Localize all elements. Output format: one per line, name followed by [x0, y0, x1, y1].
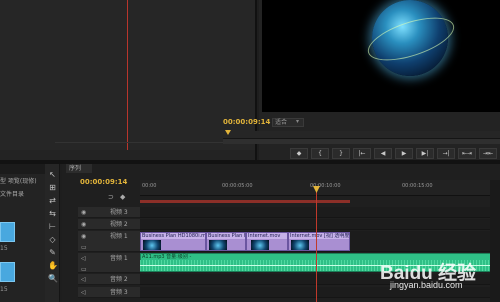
eye-icon[interactable]: ◉ ▭ — [81, 231, 89, 253]
timeline-scrollbar[interactable] — [490, 180, 500, 302]
audio-clip-label: A11.mp3 音量:级别 - — [142, 254, 192, 260]
media-item-number: 15 — [0, 286, 8, 293]
ripple-edit-tool-icon[interactable]: ⇄ — [48, 196, 57, 205]
project-tab-bar[interactable] — [0, 164, 45, 174]
add-marker-button[interactable]: ◆ — [290, 148, 308, 159]
track-select-tool-icon[interactable]: ⊞ — [48, 183, 57, 192]
speaker-icon[interactable]: ◁ ▭ — [81, 253, 89, 275]
track-lane-video-3[interactable] — [140, 207, 500, 218]
track-lane-video-2[interactable] — [140, 219, 500, 230]
selection-tool-icon[interactable]: ↖ — [48, 170, 57, 179]
step-forward-button[interactable]: ▶| — [416, 148, 434, 159]
clip-label: Business Plan HD — [207, 233, 245, 239]
project-folder-path[interactable]: 文件目录 — [0, 189, 45, 198]
marker-icon[interactable]: ◆ — [120, 193, 128, 201]
source-playhead-line[interactable] — [127, 0, 128, 150]
go-to-out-button[interactable]: →| — [437, 148, 455, 159]
program-scrub-bar[interactable] — [223, 139, 500, 144]
mark-in-button[interactable]: { — [311, 148, 329, 159]
clip-label: Business Plan HD1080i.mov [视] — [141, 233, 206, 239]
video-clip[interactable]: Internet.mov [视] 透明度: — [288, 232, 350, 251]
clip-thumbnail — [209, 240, 227, 250]
video-clip[interactable]: Business Plan HD — [206, 232, 246, 251]
play-button[interactable]: ▶ — [395, 148, 413, 159]
clip-thumbnail — [291, 240, 309, 250]
watermark-url: jingyan.baidu.com — [390, 280, 463, 290]
program-monitor-viewer[interactable] — [262, 0, 500, 112]
extract-button[interactable]: ⇥⇤ — [479, 148, 497, 159]
video-clip[interactable]: Business Plan HD1080i.mov [视] — [140, 232, 206, 251]
transport-controls: ◆ { } |← ◀ ▶ ▶| →| ⇤⇥ ⇥⇤ — [290, 148, 497, 159]
step-back-button[interactable]: ◀ — [374, 148, 392, 159]
ruler-tick-label: 00:00:15:00 — [402, 183, 433, 189]
razor-tool-icon[interactable]: ⊢ — [48, 222, 57, 231]
project-view-options[interactable]: 型 项覧(现修) — [0, 176, 45, 185]
clip-label: Internet.mov — [247, 233, 287, 239]
snap-icon[interactable]: ⊃ — [108, 193, 116, 201]
lift-button[interactable]: ⇤⇥ — [458, 148, 476, 159]
timeline-timecode[interactable]: 00:00:09:14 — [80, 178, 127, 186]
media-thumbnail[interactable] — [0, 222, 15, 242]
chevron-down-icon[interactable]: ▾ — [296, 118, 299, 125]
mark-out-button[interactable]: } — [332, 148, 350, 159]
video-clip[interactable]: Internet.mov — [246, 232, 288, 251]
slip-tool-icon[interactable]: ◇ — [48, 235, 57, 244]
program-time-ruler[interactable] — [223, 131, 500, 139]
rolling-edit-tool-icon[interactable]: ⇆ — [48, 209, 57, 218]
ruler-tick-label: 00:00:05:00 — [222, 183, 253, 189]
media-thumbnail[interactable] — [0, 262, 15, 282]
work-area-bar[interactable] — [140, 200, 350, 203]
clip-thumbnail — [143, 240, 161, 250]
clip-label: Internet.mov [视] 透明度: — [289, 233, 350, 239]
program-timecode[interactable]: 00:00:09:14 — [223, 118, 270, 126]
go-to-in-button[interactable]: |← — [353, 148, 371, 159]
hand-tool-icon[interactable]: ✋ — [48, 261, 58, 270]
pen-tool-icon[interactable]: ✎ — [48, 248, 57, 257]
tab-sequence[interactable]: 序列 — [66, 164, 92, 173]
ruler-tick-label: 00:00 — [142, 183, 157, 189]
clip-thumbnail — [251, 240, 269, 250]
zoom-tool-icon[interactable]: 🔍 — [48, 274, 58, 283]
speaker-icon[interactable]: ◁ ▭ — [81, 287, 89, 302]
timeline-playhead-line[interactable] — [316, 186, 317, 302]
zoom-fit-select[interactable]: 适合 — [272, 118, 304, 127]
media-item-number: 15 — [0, 245, 8, 252]
